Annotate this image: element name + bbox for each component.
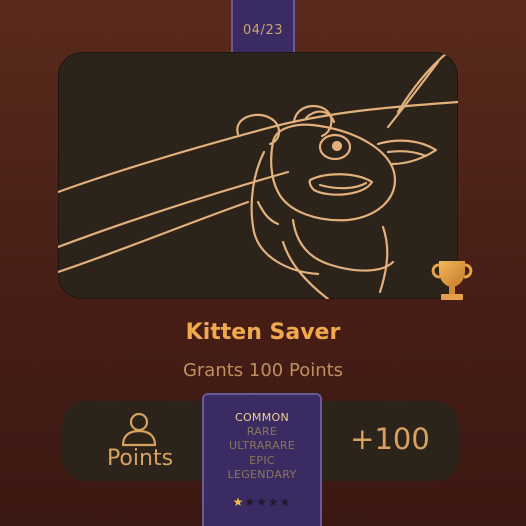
star-icon: ★ [267, 495, 280, 509]
progress-counter: 04/23 [243, 22, 283, 38]
rarity-ultrarare: ULTRARARE [228, 439, 296, 453]
kitten-line-illustration [58, 52, 458, 299]
rarity-list: COMMON RARE ULTRARARE EPIC LEGENDARY [204, 411, 320, 482]
achievement-title: Kitten Saver [185, 320, 341, 345]
star-icon: ★ [244, 495, 257, 509]
trophy-icon [426, 255, 478, 307]
rarity-legendary: LEGENDARY [227, 467, 297, 481]
rarity-stars: ★★★★★ [204, 495, 320, 509]
star-icon: ★ [232, 495, 245, 509]
rarity-card: COMMON RARE ULTRARARE EPIC LEGENDARY ★★★… [202, 393, 322, 526]
rarity-epic: EPIC [249, 453, 275, 467]
achievement-artwork [58, 52, 458, 299]
achievement-subtitle: Grants 100 Points [182, 360, 344, 381]
star-icon: ★ [256, 495, 268, 509]
points-label: Points [106, 446, 174, 471]
rarity-common: COMMON [234, 411, 289, 424]
person-icon [120, 410, 158, 448]
star-icon: ★ [279, 495, 292, 509]
rarity-rare: RARE [246, 425, 278, 439]
progress-counter-tag: 04/23 [231, 0, 295, 58]
reward-amount: +100 [350, 422, 430, 456]
